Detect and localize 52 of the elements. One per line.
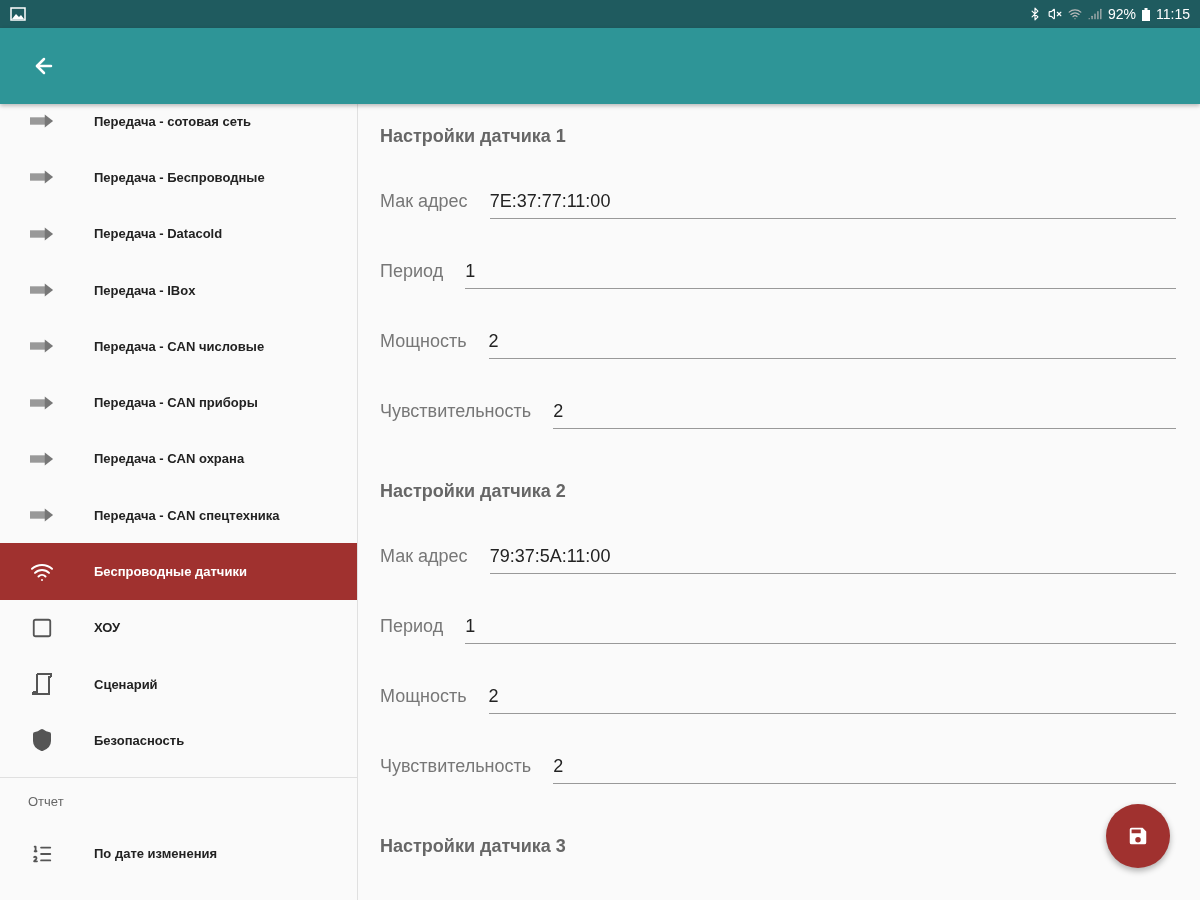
arrow-icon (30, 170, 54, 185)
field-label: Мощность (380, 685, 467, 707)
square-icon (31, 616, 53, 639)
battery-percent: 92% (1107, 6, 1136, 22)
arrow-icon (30, 226, 54, 241)
section-title: Настройки датчика 2 (380, 480, 566, 503)
menu-item[interactable]: Передача - CAN охрана (0, 430, 357, 488)
clock: 11:15 (1156, 6, 1190, 22)
field-label: Период (380, 260, 444, 282)
shield-icon (30, 728, 54, 753)
input-field[interactable]: 79:37:5A:11:00 (489, 538, 1176, 574)
menu-item[interactable]: Передача - сотовая сеть (0, 104, 357, 150)
menu-item[interactable]: Беспроводные датчики (0, 543, 357, 600)
menu-item[interactable]: Передача - IBox (0, 261, 357, 319)
image-icon (10, 7, 26, 21)
arrow-icon (30, 451, 54, 466)
input-field[interactable]: 7E:37:77:11:00 (489, 183, 1176, 219)
field-label: Мак адрес (380, 545, 468, 567)
section-title: Настройки датчика 3 (380, 835, 566, 858)
arrow-icon (30, 508, 54, 523)
save-button[interactable] (1106, 804, 1170, 868)
wifi-icon (1067, 7, 1082, 21)
arrow-icon (30, 339, 54, 354)
arrow-icon (30, 395, 54, 410)
input-field[interactable]: 1 (465, 253, 1176, 289)
input-field[interactable]: 2 (488, 323, 1176, 359)
field-label: Мак адрес (380, 190, 468, 212)
input-field[interactable]: 2 (553, 393, 1176, 429)
menu-item[interactable]: По дате изменения (0, 825, 357, 882)
signal-icon (1087, 7, 1102, 21)
mute-icon (1047, 7, 1062, 21)
menu-item[interactable]: ХОУ (0, 599, 357, 656)
menu-item[interactable]: Передача - CAN спецтехника (0, 487, 357, 544)
input-field[interactable]: 1 (465, 608, 1176, 644)
menu-item[interactable]: Безопасность (0, 712, 357, 769)
arrow-icon (30, 114, 54, 129)
input-field[interactable]: 2 (488, 678, 1176, 714)
section-title: Настройки датчика 1 (380, 125, 566, 148)
menu-item[interactable]: Передача - Datacold (0, 205, 357, 262)
field-label: Период (380, 615, 444, 637)
menu-item[interactable]: Сценарий (0, 655, 357, 713)
field-label: Чувствительность (380, 755, 532, 777)
battery-icon (1142, 7, 1150, 21)
section-header: Отчет (27, 793, 65, 812)
menu-item[interactable]: Передача - CAN приборы (0, 374, 357, 431)
document-icon (31, 672, 53, 697)
field-label: Мощность (380, 330, 467, 352)
arrow-icon (30, 283, 54, 298)
menu-item[interactable]: Передача - CAN числовые (0, 318, 357, 375)
menu-item[interactable]: Передача - Беспроводные (0, 149, 357, 206)
input-field[interactable]: 2 (553, 748, 1176, 784)
field-label: Чувствительность (380, 400, 532, 422)
